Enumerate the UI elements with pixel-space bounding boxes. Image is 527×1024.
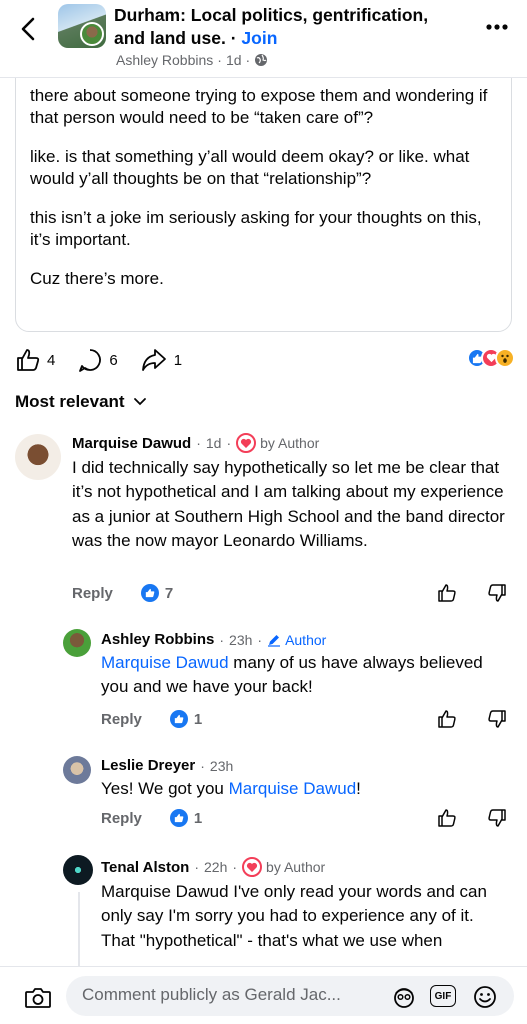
like-bubble-icon (169, 710, 188, 728)
share-arrow-icon (141, 349, 166, 371)
commenter-name[interactable]: Leslie Dreyer (101, 757, 195, 774)
group-avatar[interactable] (58, 4, 106, 48)
avatar[interactable] (63, 629, 91, 657)
wow-reaction-icon (495, 348, 515, 368)
globe-icon (255, 54, 268, 66)
author-badge-label: by Author (266, 859, 326, 875)
post-author[interactable]: Ashley Robbins (116, 52, 213, 68)
downvote-icon[interactable] (487, 709, 507, 729)
upvote-icon[interactable] (437, 583, 457, 603)
comment-time[interactable]: 1d (206, 435, 222, 451)
comment-time[interactable]: 22h (204, 859, 227, 875)
comment-time[interactable]: 23h (229, 632, 252, 648)
heart-badge-icon (242, 857, 263, 877)
join-link[interactable]: Join (241, 28, 277, 48)
author-badge: by Author (236, 433, 319, 453)
chevron-down-icon (133, 398, 146, 406)
post-actions: 4 6 1 (15, 344, 515, 376)
comment-input-wrapper: GIF (66, 976, 514, 1016)
like-bubble-icon (140, 584, 159, 602)
author-badge-label: by Author (260, 435, 320, 451)
comment-text: Marquise Dawud many of us have always be… (101, 653, 483, 697)
gif-button[interactable]: GIF (430, 985, 456, 1007)
comment-time[interactable]: 23h (210, 758, 233, 774)
comment-text: Marquise Dawud I've only read your words… (101, 882, 487, 926)
post-time[interactable]: 1d (226, 52, 242, 68)
comment-header: Tenal Alston · 22h · by Author (101, 857, 326, 877)
avatar[interactable] (63, 756, 91, 784)
pencil-icon (268, 634, 281, 647)
reply-button[interactable]: Reply (101, 810, 142, 827)
author-badge: by Author (242, 857, 325, 877)
post-header: Durham: Local politics, gentrification, … (0, 0, 527, 78)
downvote-icon[interactable] (487, 808, 507, 828)
author-badge: Author (267, 632, 326, 648)
post-paragraph: there about someone trying to expose the… (30, 86, 488, 127)
comment-header: Marquise Dawud · 1d · by Author (72, 433, 320, 453)
comment-bubble-icon (79, 349, 102, 372)
author-badge-label: Author (285, 631, 327, 648)
post-paragraph: like. is that something y’all would deem… (30, 147, 470, 188)
mention-link[interactable]: Marquise Dawud (101, 653, 229, 672)
comment-votes (437, 808, 507, 828)
reaction-summary[interactable] (467, 348, 515, 368)
commenter-name[interactable]: Tenal Alston (101, 859, 189, 876)
post-body: there about someone trying to expose the… (15, 60, 512, 332)
post-text: there about someone trying to expose the… (30, 85, 497, 290)
comment: Ashley Robbins · 23h · Author Marquise D… (101, 631, 513, 700)
commenter-name[interactable]: Marquise Dawud (72, 435, 191, 452)
post-paragraph: this isn’t a joke im seriously asking fo… (30, 208, 482, 249)
comment-text: That "hypothetical" - that's what we use… (101, 930, 443, 950)
camera-icon[interactable] (24, 987, 52, 1009)
like-button[interactable]: 4 (15, 347, 55, 373)
comment-composer: GIF (0, 966, 527, 1024)
post-meta: Ashley Robbins · 1d · (116, 52, 268, 68)
comment-votes (437, 709, 507, 729)
comment-like-count[interactable]: 1 (169, 809, 202, 827)
comment-sort-dropdown[interactable]: Most relevant (15, 392, 147, 412)
thread-line (78, 892, 80, 967)
comment-header: Leslie Dreyer · 23h (101, 757, 234, 774)
sort-label: Most relevant (15, 392, 125, 411)
back-arrow-icon[interactable] (16, 16, 42, 42)
comment: Marquise Dawud · 1d · by Author I did te… (72, 433, 512, 554)
downvote-icon[interactable] (487, 583, 507, 603)
comment-like-count[interactable]: 7 (140, 584, 173, 602)
reply-button[interactable]: Reply (101, 711, 142, 728)
like-bubble-icon (169, 809, 188, 827)
comment-header: Ashley Robbins · 23h · Author (101, 631, 327, 648)
comment-count: 6 (109, 351, 118, 369)
avatar[interactable] (63, 855, 93, 885)
comment: Leslie Dreyer · 23h Yes! We got you Marq… (101, 757, 513, 801)
more-options-icon[interactable] (485, 22, 509, 32)
group-title[interactable]: Durham: Local politics, gentrification, … (114, 4, 464, 50)
mention-link[interactable]: Marquise Dawud (229, 779, 357, 798)
avatar[interactable] (15, 434, 61, 480)
comment-input[interactable] (82, 985, 382, 1005)
share-count: 1 (173, 351, 183, 369)
emoji-icon[interactable] (472, 984, 498, 1010)
comment-votes (437, 583, 507, 603)
post-paragraph: Cuz there’s more. (30, 269, 164, 288)
upvote-icon[interactable] (437, 808, 457, 828)
author-avatar (80, 22, 104, 46)
share-button[interactable]: 1 (140, 347, 182, 373)
reply-button[interactable]: Reply (72, 585, 113, 602)
comment-button[interactable]: 6 (77, 347, 118, 373)
comment-text: I did technically say hypothetically so … (72, 458, 505, 551)
like-count: 4 (47, 351, 56, 369)
comment-like-count[interactable]: 1 (169, 710, 202, 728)
heart-badge-icon (236, 433, 257, 453)
thumbs-up-icon (17, 349, 40, 371)
comment-text: Yes! We got you Marquise Dawud! (101, 779, 361, 798)
avatar-sticker-icon[interactable] (391, 984, 417, 1010)
commenter-name[interactable]: Ashley Robbins (101, 631, 214, 648)
upvote-icon[interactable] (437, 709, 457, 729)
comment: Tenal Alston · 22h · by Author Marquise … (101, 857, 513, 953)
